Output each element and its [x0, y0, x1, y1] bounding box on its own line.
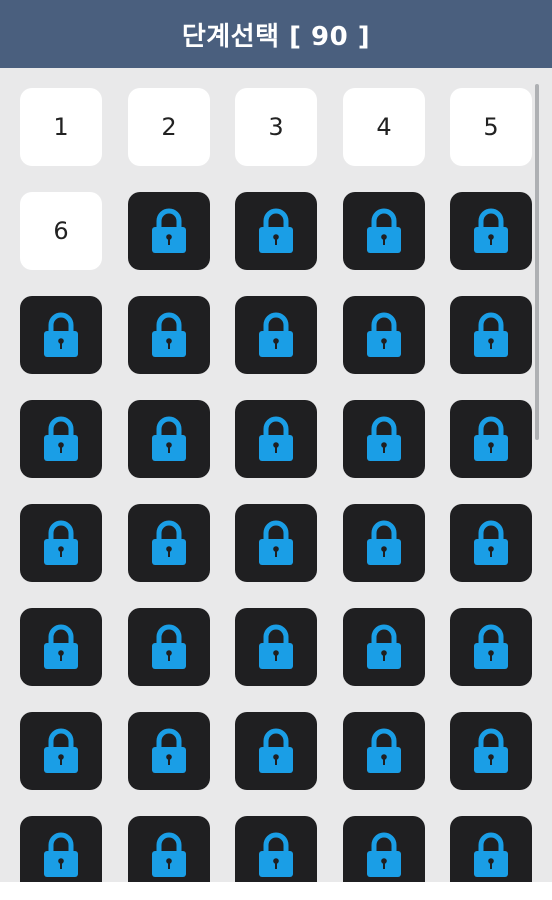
locked-stage-button[interactable] [235, 608, 317, 686]
page-title: 단계선택 [ 90 ] [181, 21, 371, 52]
locked-stage-button[interactable] [20, 816, 102, 882]
locked-stage-button[interactable] [450, 296, 532, 374]
stage-number: 1 [53, 113, 69, 141]
lock-icon [42, 832, 80, 878]
stage-number: 6 [53, 217, 69, 245]
locked-stage-button[interactable] [235, 192, 317, 270]
locked-stage-button[interactable] [235, 816, 317, 882]
locked-stage-button[interactable] [20, 712, 102, 790]
locked-stage-button[interactable] [343, 400, 425, 478]
locked-stage-button[interactable] [128, 816, 210, 882]
lock-icon [257, 208, 295, 254]
locked-stage-button[interactable] [128, 192, 210, 270]
locked-stage-button[interactable] [343, 712, 425, 790]
lock-icon [42, 520, 80, 566]
stage-button-4[interactable]: 4 [343, 88, 425, 166]
lock-icon [365, 208, 403, 254]
stage-button-3[interactable]: 3 [235, 88, 317, 166]
locked-stage-button[interactable] [235, 400, 317, 478]
lock-icon [150, 416, 188, 462]
locked-stage-button[interactable] [128, 296, 210, 374]
lock-icon [365, 312, 403, 358]
lock-icon [42, 728, 80, 774]
locked-stage-button[interactable] [450, 400, 532, 478]
scrollbar-thumb[interactable] [535, 84, 539, 440]
lock-icon [257, 416, 295, 462]
lock-icon [472, 728, 510, 774]
locked-stage-button[interactable] [343, 608, 425, 686]
stage-button-5[interactable]: 5 [450, 88, 532, 166]
locked-stage-button[interactable] [450, 608, 532, 686]
stage-number: 4 [376, 113, 392, 141]
locked-stage-button[interactable] [235, 712, 317, 790]
lock-icon [472, 312, 510, 358]
lock-icon [150, 728, 188, 774]
lock-icon [472, 520, 510, 566]
lock-icon [472, 832, 510, 878]
lock-icon [472, 416, 510, 462]
stage-number: 5 [483, 113, 499, 141]
lock-icon [150, 624, 188, 670]
lock-icon [150, 832, 188, 878]
stage-button-6[interactable]: 6 [20, 192, 102, 270]
locked-stage-button[interactable] [128, 504, 210, 582]
lock-icon [472, 208, 510, 254]
stage-button-1[interactable]: 1 [20, 88, 102, 166]
lock-icon [42, 312, 80, 358]
lock-icon [257, 520, 295, 566]
lock-icon [365, 624, 403, 670]
lock-icon [257, 312, 295, 358]
locked-stage-button[interactable] [235, 296, 317, 374]
lock-icon [472, 624, 510, 670]
lock-icon [365, 520, 403, 566]
locked-stage-button[interactable] [343, 816, 425, 882]
locked-stage-button[interactable] [128, 608, 210, 686]
locked-stage-button[interactable] [20, 608, 102, 686]
locked-stage-button[interactable] [20, 296, 102, 374]
locked-stage-button[interactable] [128, 712, 210, 790]
lock-icon [365, 416, 403, 462]
title-bar: 단계선택 [ 90 ] [0, 0, 552, 68]
lock-icon [150, 520, 188, 566]
locked-stage-button[interactable] [235, 504, 317, 582]
locked-stage-button[interactable] [450, 816, 532, 882]
lock-icon [150, 208, 188, 254]
lock-icon [42, 624, 80, 670]
locked-stage-button[interactable] [128, 400, 210, 478]
lock-icon [365, 728, 403, 774]
stage-number: 2 [161, 113, 177, 141]
locked-stage-button[interactable] [343, 192, 425, 270]
locked-stage-button[interactable] [20, 504, 102, 582]
lock-icon [257, 728, 295, 774]
bottom-edge [0, 882, 552, 900]
locked-stage-button[interactable] [343, 296, 425, 374]
lock-icon [257, 832, 295, 878]
lock-icon [257, 624, 295, 670]
lock-icon [365, 832, 403, 878]
locked-stage-button[interactable] [20, 400, 102, 478]
stage-grid-scroll[interactable]: 1 2 3 4 5 6 [0, 68, 552, 882]
locked-stage-button[interactable] [343, 504, 425, 582]
locked-stage-button[interactable] [450, 504, 532, 582]
stage-button-2[interactable]: 2 [128, 88, 210, 166]
lock-icon [150, 312, 188, 358]
locked-stage-button[interactable] [450, 712, 532, 790]
locked-stage-button[interactable] [450, 192, 532, 270]
lock-icon [42, 416, 80, 462]
stage-number: 3 [268, 113, 284, 141]
